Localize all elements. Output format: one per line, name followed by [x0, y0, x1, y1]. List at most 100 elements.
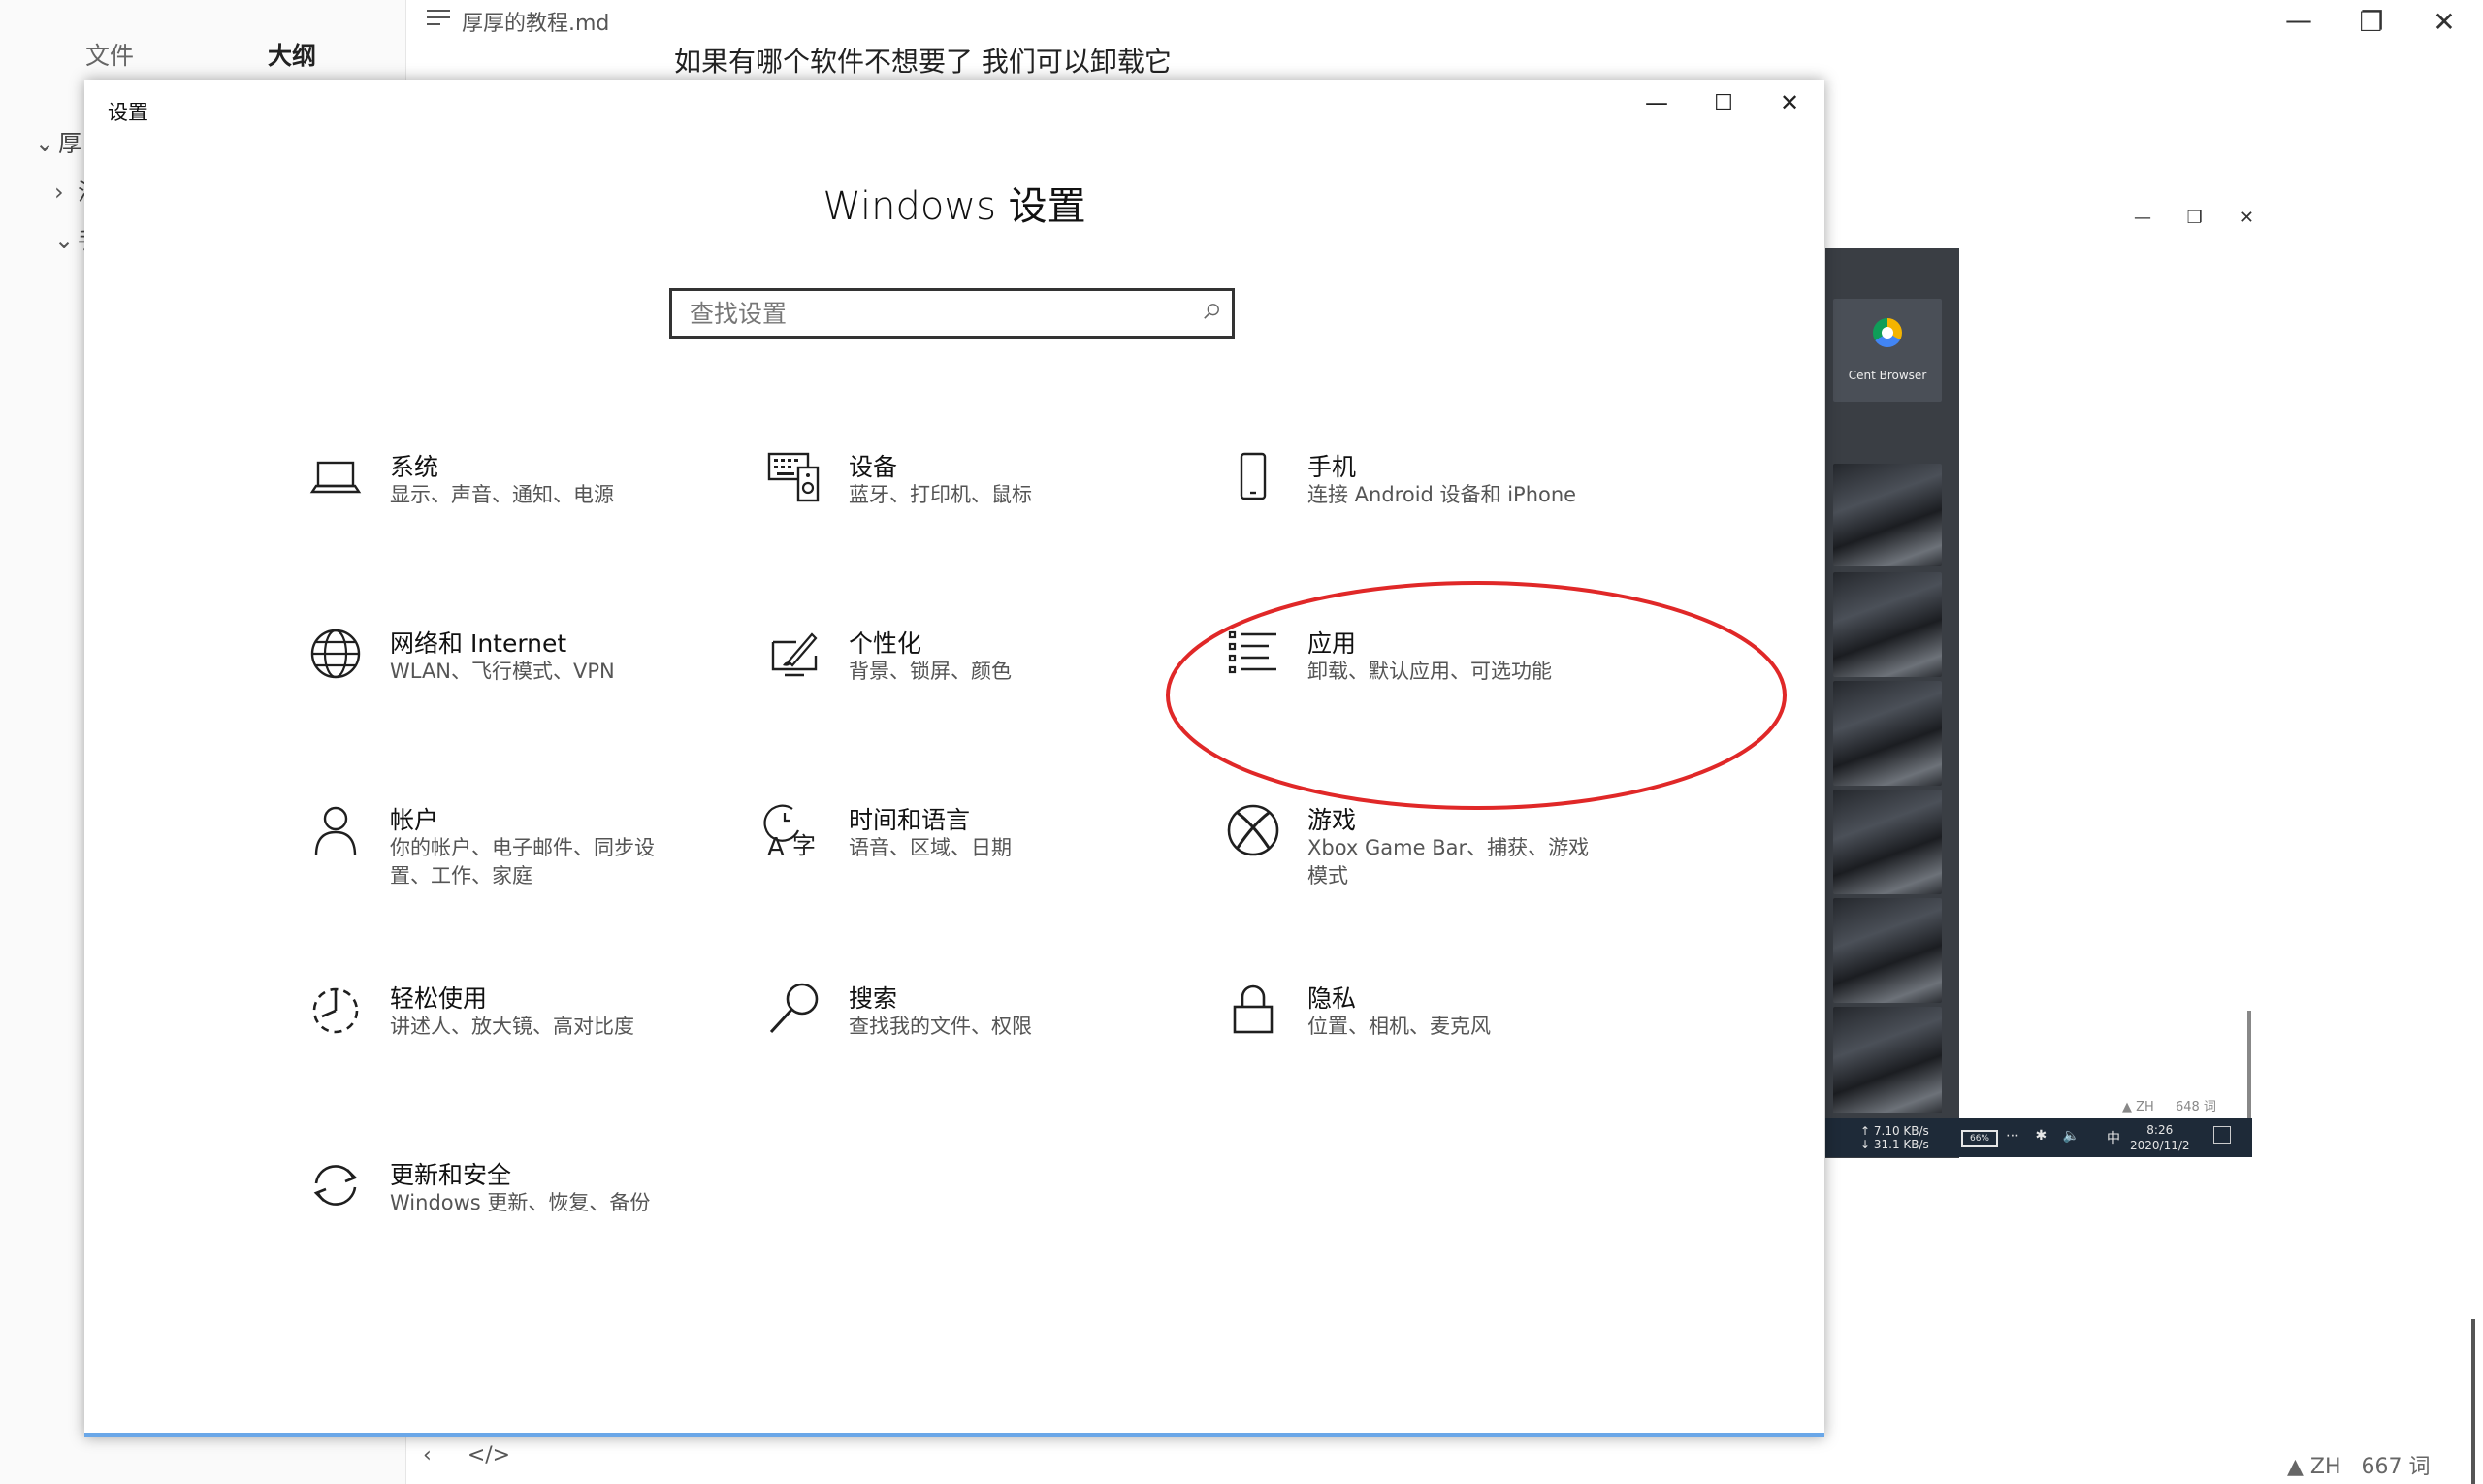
settings-tile-update-security[interactable]: 更新和安全 Windows 更新、恢复、备份	[305, 1154, 722, 1280]
cent-browser-icon	[1873, 318, 1902, 347]
tile-title: 个性化	[849, 629, 922, 658]
tile-description: 你的帐户、电子邮件、同步设置、工作、家庭	[390, 836, 655, 887]
settings-tile-accounts[interactable]: 帐户 你的帐户、电子邮件、同步设置、工作、家庭	[305, 799, 722, 925]
document-title: 厚厚的教程.md	[462, 12, 610, 36]
mirror-window-controls: — ❐ ✕	[2119, 208, 2270, 228]
tile-description: 蓝牙、打印机、鼠标	[849, 483, 1032, 506]
maximize-button[interactable]: ☐	[1690, 91, 1757, 115]
tab-file[interactable]: 文件	[85, 37, 134, 72]
minimize-button[interactable]: —	[2274, 4, 2323, 36]
wallpaper-image	[1833, 898, 1942, 1003]
tile-description: 显示、声音、通知、电源	[390, 483, 614, 506]
wallpaper-image	[1833, 1007, 1942, 1113]
mirror-status: ▲ ZH 648 词	[2122, 1096, 2234, 1114]
settings-tile-system[interactable]: 系统 显示、声音、通知、电源	[305, 446, 722, 572]
tile-title: 时间和语言	[849, 806, 971, 834]
ease-of-access-icon	[305, 978, 367, 1040]
battery-icon: 66%	[1961, 1130, 1998, 1147]
mirror-taskbar: ↑ 7.10 KB/s ↓ 31.1 KB/s 66% ⋯ ✱ 🔈 中 8:26…	[1825, 1118, 2252, 1157]
settings-tile-time-language[interactable]: A字 时间和语言 语音、区域、日期	[763, 799, 1180, 925]
svg-text:A: A	[767, 833, 785, 861]
tile-title: 更新和安全	[390, 1161, 512, 1189]
chevron-down-icon[interactable]: ⌄	[35, 130, 58, 157]
tile-title: 隐私	[1307, 984, 1357, 1013]
mirror-minimize-button[interactable]: —	[2119, 208, 2166, 228]
wallpaper-image	[1833, 681, 1942, 786]
brush-icon	[763, 623, 825, 685]
tile-description: Xbox Game Bar、捕获、游戏模式	[1307, 836, 1590, 887]
settings-window: 设置 — ☐ ✕ Windows 设置 系统 显示、声音、通知、电源 设备 蓝牙…	[84, 80, 1824, 1437]
page-title: Windows 设置	[822, 184, 1086, 229]
settings-tile-search[interactable]: 搜索 查找我的文件、权限	[763, 978, 1180, 1104]
menu-icon[interactable]	[427, 10, 450, 29]
tile-description: 查找我的文件、权限	[849, 1015, 1032, 1038]
settings-tile-devices[interactable]: 设备 蓝牙、打印机、鼠标	[763, 446, 1180, 572]
mirror-scrollbar[interactable]	[2247, 1011, 2251, 1121]
settings-tile-ease-of-access[interactable]: 轻松使用 讲述人、放大镜、高对比度	[305, 978, 722, 1104]
tile-title: 设备	[849, 453, 898, 481]
sync-icon	[305, 1154, 367, 1216]
network-speed: ↑ 7.10 KB/s ↓ 31.1 KB/s	[1860, 1124, 1929, 1151]
search-icon[interactable]	[1203, 303, 1220, 320]
settings-tile-personalization[interactable]: 个性化 背景、锁屏、颜色	[763, 623, 1180, 749]
warning-language-indicator[interactable]: ▲ ZH	[2287, 1455, 2341, 1479]
tile-title: 轻松使用	[390, 984, 488, 1013]
annotation-circle	[1166, 581, 1787, 810]
clock: 8:26 2020/11/2	[2130, 1122, 2190, 1153]
restore-button[interactable]: ❐	[2347, 6, 2396, 38]
typora-bottom-toolbar: ‹ </>	[423, 1443, 539, 1468]
tile-description: 讲述人、放大镜、高对比度	[390, 1015, 634, 1038]
toggle-sidebar-button[interactable]: ‹	[423, 1443, 432, 1468]
settings-tile-gaming[interactable]: 游戏 Xbox Game Bar、捕获、游戏模式	[1222, 799, 1639, 925]
clock-date: 2020/11/2	[2130, 1139, 2190, 1152]
chevron-right-icon[interactable]: ›	[54, 178, 78, 206]
mirror-close-button[interactable]: ✕	[2223, 208, 2270, 228]
mirror-window: Cent Browser	[1825, 248, 1959, 1158]
tile-title: 帐户	[390, 806, 439, 834]
clock-time: 8:26	[2146, 1123, 2174, 1137]
outline-item[interactable]: ⌄ 厚	[35, 124, 81, 158]
close-button[interactable]: ✕	[2420, 6, 2468, 38]
document-text[interactable]: 如果有哪个软件不想要了 我们可以卸载它	[674, 41, 1172, 80]
tile-title: 网络和 Internet	[390, 629, 567, 658]
tab-outline[interactable]: 大纲	[268, 37, 316, 72]
search-box[interactable]	[669, 288, 1235, 339]
person-icon	[305, 799, 367, 861]
tile-description: 语音、区域、日期	[849, 836, 1012, 859]
word-count[interactable]: 667 词	[2362, 1455, 2431, 1479]
mirror-warning-indicator: ▲ ZH	[2122, 1100, 2154, 1114]
tile-title: 系统	[390, 453, 439, 481]
source-code-button[interactable]: </>	[468, 1443, 510, 1468]
chevron-down-icon[interactable]: ⌄	[54, 227, 78, 254]
download-speed: ↓ 31.1 KB/s	[1860, 1138, 1929, 1151]
wallpaper-image	[1833, 572, 1942, 677]
search-icon	[763, 978, 825, 1040]
tile-title: 手机	[1307, 453, 1357, 481]
mirror-restore-button[interactable]: ❐	[2172, 208, 2218, 228]
search-input[interactable]	[672, 291, 1177, 336]
laptop-icon	[305, 446, 367, 508]
ime-indicator: 中	[2107, 1131, 2120, 1146]
settings-tile-network[interactable]: 网络和 Internet WLAN、飞行模式、VPN	[305, 623, 722, 749]
keyboard-speaker-icon	[763, 446, 825, 508]
svg-text:字: 字	[792, 832, 816, 859]
notification-icon	[2213, 1126, 2231, 1144]
lock-icon	[1222, 978, 1284, 1040]
cent-browser-tile[interactable]: Cent Browser	[1833, 299, 1942, 402]
tray-icons: ⋯ ✱ 🔈	[2006, 1128, 2086, 1144]
close-button[interactable]: ✕	[1756, 89, 1823, 116]
minimize-button[interactable]: —	[1623, 89, 1691, 116]
tile-description: 背景、锁屏、颜色	[849, 660, 1012, 683]
wallpaper-image	[1833, 464, 1942, 566]
settings-tile-phone[interactable]: 手机 连接 Android 设备和 iPhone	[1222, 446, 1639, 572]
wallpaper-image	[1833, 790, 1942, 894]
settings-tile-privacy[interactable]: 隐私 位置、相机、麦克风	[1222, 978, 1639, 1104]
mirror-word-count: 648 词	[2175, 1100, 2216, 1114]
time-language-icon: A字	[763, 799, 825, 862]
scrollbar[interactable]	[2471, 1319, 2475, 1484]
app-label: Cent Browser	[1848, 369, 1927, 382]
typora-status-bar: ▲ ZH 667 词	[2273, 1449, 2431, 1480]
tile-description: 位置、相机、麦克风	[1307, 1015, 1491, 1038]
tile-title: 搜索	[849, 984, 898, 1013]
globe-icon	[305, 623, 367, 685]
